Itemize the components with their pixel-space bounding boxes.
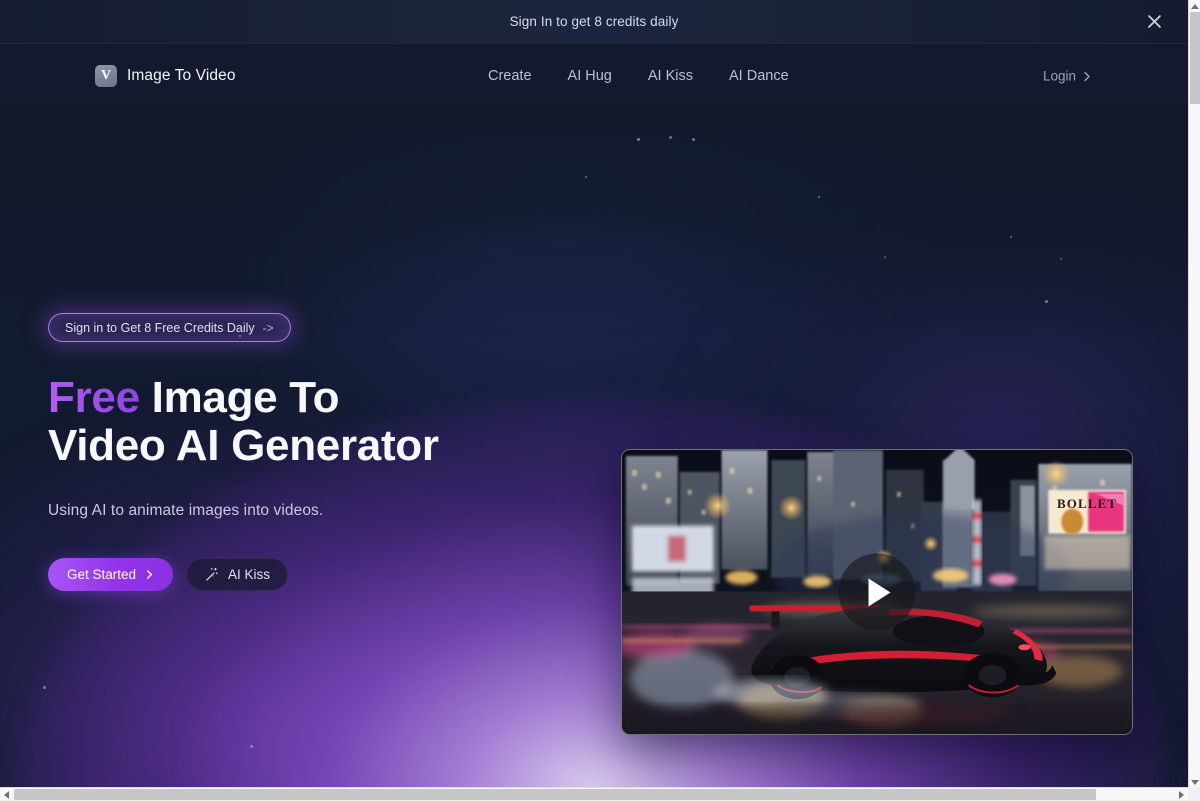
get-started-label: Get Started	[67, 567, 136, 582]
main-navigation: Create AI Hug AI Kiss AI Dance	[488, 44, 789, 108]
announcement-banner: Sign In to get 8 credits daily	[0, 0, 1188, 44]
nav-item-ai-kiss[interactable]: AI Kiss	[648, 68, 693, 84]
browser-viewport: Sign In to get 8 credits daily V Image T…	[0, 0, 1188, 788]
scrollbar-corner	[1188, 787, 1200, 800]
horizontal-scrollbar[interactable]	[0, 787, 1188, 800]
ai-kiss-label: AI Kiss	[228, 567, 270, 582]
nav-item-ai-dance[interactable]: AI Dance	[729, 68, 789, 84]
billboard-text: BOLLET	[1057, 496, 1117, 511]
chevron-right-icon	[145, 570, 154, 579]
logo-icon: V	[95, 65, 117, 87]
chevron-right-icon	[1082, 71, 1092, 81]
login-button[interactable]: Login	[1043, 69, 1092, 84]
scroll-left-arrow[interactable]	[0, 788, 13, 801]
vertical-scrollbar-thumb[interactable]	[1190, 12, 1200, 104]
headline-rest: Image To	[140, 373, 339, 422]
get-started-button[interactable]: Get Started	[48, 558, 173, 591]
ai-kiss-button[interactable]: AI Kiss	[186, 558, 288, 591]
free-credits-badge-label: Sign in to Get 8 Free Credits Daily	[65, 321, 255, 335]
site-header: V Image To Video Create AI Hug AI Kiss A…	[0, 44, 1188, 108]
announcement-text: Sign In to get 8 credits daily	[510, 14, 679, 29]
brand-logo-link[interactable]: V Image To Video	[95, 65, 236, 87]
scroll-up-arrow[interactable]	[1189, 0, 1200, 12]
play-button[interactable]	[839, 554, 916, 631]
arrow-right-icon: ->	[263, 321, 274, 335]
close-icon[interactable]	[1144, 12, 1164, 32]
video-preview-card[interactable]: BOLLET	[621, 449, 1133, 735]
play-icon	[867, 577, 893, 607]
magic-wand-icon	[204, 567, 219, 582]
nav-item-create[interactable]: Create	[488, 68, 532, 84]
headline-highlight: Free	[48, 373, 140, 422]
free-credits-badge[interactable]: Sign in to Get 8 Free Credits Daily ->	[48, 313, 291, 342]
nav-item-ai-hug[interactable]: AI Hug	[568, 68, 612, 84]
scroll-right-arrow[interactable]	[1175, 788, 1188, 801]
login-label: Login	[1043, 69, 1076, 84]
hero-section: Sign in to Get 8 Free Credits Daily -> F…	[0, 108, 1188, 788]
horizontal-scrollbar-thumb[interactable]	[14, 789, 1096, 800]
vertical-scrollbar[interactable]	[1188, 0, 1200, 788]
headline-line-2: Video AI Generator	[48, 421, 439, 470]
brand-name: Image To Video	[127, 67, 236, 85]
